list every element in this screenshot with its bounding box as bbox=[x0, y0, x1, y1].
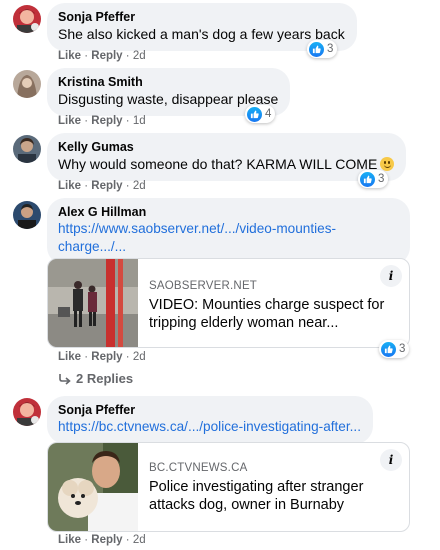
comment-author[interactable]: Kelly Gumas bbox=[58, 140, 394, 155]
comment-author[interactable]: Sonja Pfeffer bbox=[58, 10, 345, 25]
comment-link[interactable]: https://bc.ctvnews.ca/.../police-investi… bbox=[58, 418, 361, 436]
comment-actions: Like · Reply · 1d bbox=[58, 114, 146, 128]
comment-bubble: Alex G Hillman https://www.saobserver.ne… bbox=[47, 198, 410, 265]
avatar[interactable] bbox=[13, 201, 41, 229]
comment-text-content: Why would someone do that? KARMA WILL CO… bbox=[58, 156, 378, 172]
thumbs-up-icon bbox=[360, 171, 375, 187]
comment-link-continued[interactable]: charge.../... bbox=[58, 238, 398, 256]
link-preview-card[interactable]: SAOBSERVER.NET VIDEO: Mounties charge su… bbox=[47, 258, 410, 348]
separator: · bbox=[125, 50, 130, 62]
link-preview-thumbnail bbox=[48, 259, 138, 347]
comment-actions: Like · Reply · 2d bbox=[58, 179, 146, 193]
comment-time[interactable]: 2d bbox=[133, 351, 146, 363]
comment-actions: Like · Reply · 2d bbox=[58, 533, 146, 547]
reply-action[interactable]: Reply bbox=[91, 351, 122, 363]
comment-text: Disgusting waste, disappear please bbox=[58, 91, 279, 107]
like-action[interactable]: Like bbox=[58, 351, 81, 363]
link-preview-thumbnail bbox=[48, 443, 138, 531]
reply-action[interactable]: Reply bbox=[91, 180, 122, 192]
comment-time[interactable]: 2d bbox=[133, 50, 146, 62]
avatar[interactable] bbox=[13, 398, 41, 426]
comment-time[interactable]: 1d bbox=[133, 115, 146, 127]
link-preview-card[interactable]: BC.CTVNEWS.CA Police investigating after… bbox=[47, 442, 410, 532]
separator: · bbox=[84, 351, 89, 363]
separator: · bbox=[125, 351, 130, 363]
reply-action[interactable]: Reply bbox=[91, 534, 122, 546]
comment-author[interactable]: Alex G Hillman bbox=[58, 205, 398, 220]
separator: · bbox=[125, 534, 130, 546]
reaction-number: 3 bbox=[399, 343, 406, 355]
reaction-number: 4 bbox=[265, 108, 272, 120]
avatar[interactable] bbox=[13, 135, 41, 163]
separator: · bbox=[125, 115, 130, 127]
like-action[interactable]: Like bbox=[58, 50, 81, 62]
reaction-count[interactable]: 4 bbox=[245, 105, 276, 123]
info-icon[interactable]: i bbox=[380, 265, 402, 287]
comment-actions: Like · Reply · 2d bbox=[58, 49, 146, 63]
thumbs-up-icon bbox=[247, 106, 262, 122]
separator: · bbox=[84, 534, 89, 546]
link-preview-domain: BC.CTVNEWS.CA bbox=[149, 462, 248, 474]
comment-time[interactable]: 2d bbox=[133, 534, 146, 546]
comment-author[interactable]: Kristina Smith bbox=[58, 75, 278, 90]
comment-bubble: Sonja Pfeffer https://bc.ctvnews.ca/.../… bbox=[47, 396, 373, 444]
reaction-number: 3 bbox=[378, 173, 385, 185]
comment-author[interactable]: Sonja Pfeffer bbox=[58, 403, 361, 418]
link-preview-domain: SAOBSERVER.NET bbox=[149, 280, 258, 292]
grinning-face-emoji-icon bbox=[380, 157, 395, 171]
separator: · bbox=[84, 50, 89, 62]
comment-time[interactable]: 2d bbox=[133, 180, 146, 192]
comment-text: Why would someone do that? KARMA WILL CO… bbox=[58, 155, 395, 173]
thumbs-up-icon bbox=[381, 341, 396, 357]
avatar[interactable] bbox=[13, 70, 41, 98]
like-action[interactable]: Like bbox=[58, 534, 81, 546]
info-icon[interactable]: i bbox=[380, 449, 402, 471]
thumbs-up-icon bbox=[309, 41, 324, 57]
link-preview-title[interactable]: Police investigating after stranger atta… bbox=[149, 478, 399, 514]
comment-actions: Like · Reply · 2d bbox=[58, 350, 146, 364]
reply-action[interactable]: Reply bbox=[91, 50, 122, 62]
separator: · bbox=[84, 180, 89, 192]
like-action[interactable]: Like bbox=[58, 115, 81, 127]
replies-count[interactable]: 2 Replies bbox=[76, 371, 133, 386]
link-preview-title[interactable]: VIDEO: Mounties charge suspect for tripp… bbox=[149, 296, 399, 332]
view-replies-link[interactable]: 2 Replies bbox=[58, 371, 133, 386]
reaction-count[interactable]: 3 bbox=[307, 40, 338, 58]
reaction-number: 3 bbox=[327, 43, 334, 55]
avatar[interactable] bbox=[13, 5, 41, 33]
separator: · bbox=[84, 115, 89, 127]
reply-action[interactable]: Reply bbox=[91, 115, 122, 127]
reply-arrow-icon bbox=[59, 373, 71, 385]
reaction-count[interactable]: 3 bbox=[379, 340, 410, 358]
like-action[interactable]: Like bbox=[58, 180, 81, 192]
separator: · bbox=[125, 180, 130, 192]
comment-link[interactable]: https://www.saobserver.net/.../video-mou… bbox=[58, 220, 398, 238]
reaction-count[interactable]: 3 bbox=[358, 170, 389, 188]
comment-bubble: Kelly Gumas Why would someone do that? K… bbox=[47, 133, 407, 181]
comment-text: She also kicked a man's dog a few years … bbox=[58, 26, 345, 42]
